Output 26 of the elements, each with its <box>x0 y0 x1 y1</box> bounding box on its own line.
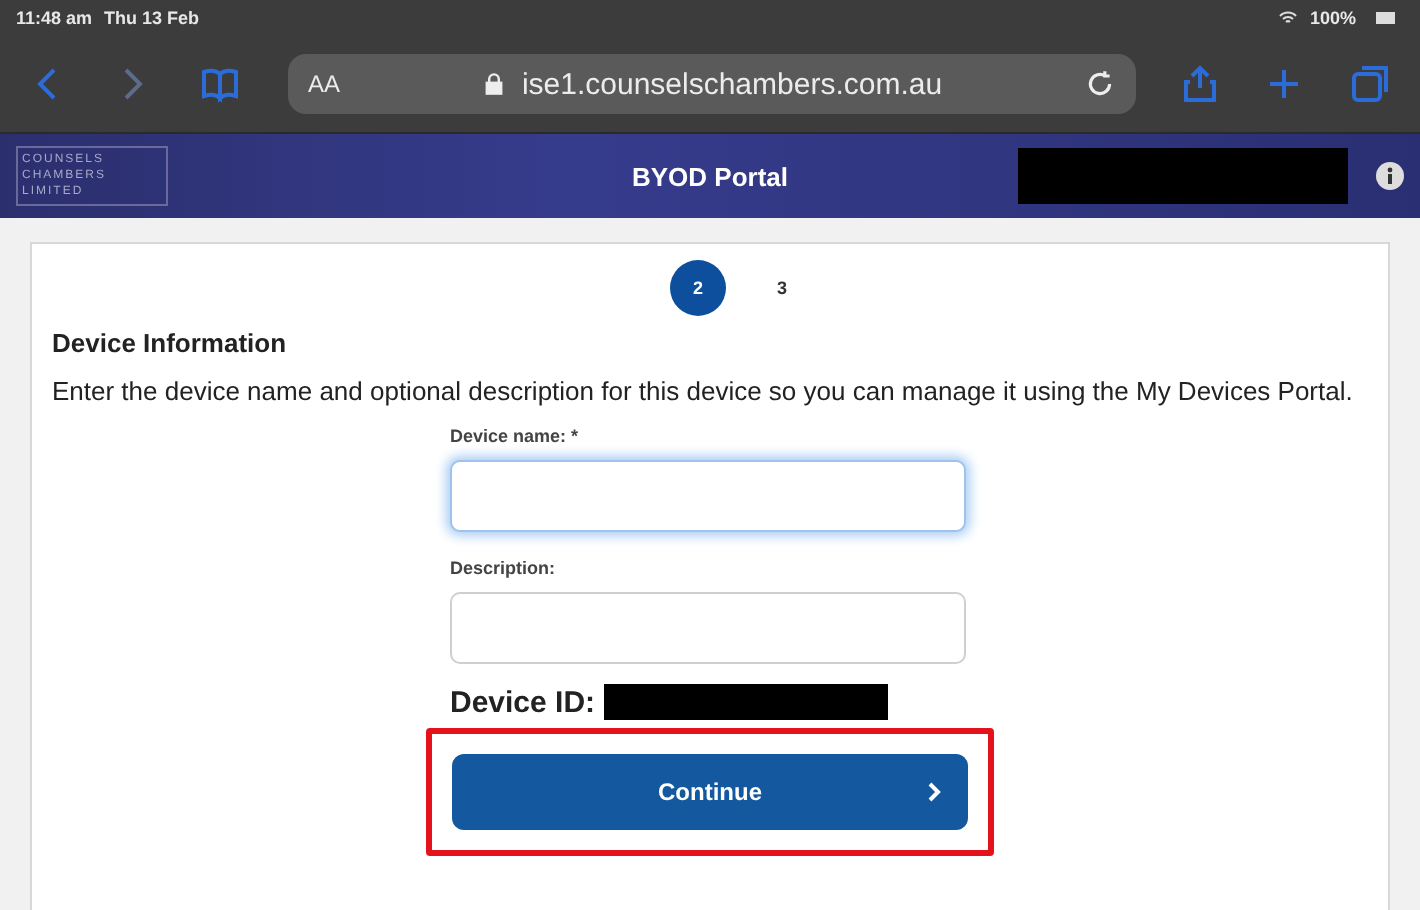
tabs-icon[interactable] <box>1348 64 1392 104</box>
plus-icon[interactable] <box>1264 64 1304 104</box>
address-bar[interactable]: AA ise1.counselschambers.com.au <box>288 54 1136 114</box>
chevron-icon <box>924 782 944 802</box>
input-field[interactable] <box>450 460 966 532</box>
continue-button[interactable]: Continue <box>452 754 968 830</box>
device-id-label: Device ID: <box>450 685 596 719</box>
text-size-button[interactable]: AA <box>308 70 341 98</box>
input-field[interactable] <box>450 592 966 664</box>
field-label: Device name: * <box>450 426 579 446</box>
section-description: Enter the device name and optional description for this device so you can manage it using the My Devices Portal. <box>52 374 1355 408</box>
portal-title: BYOD Portal <box>632 161 788 191</box>
url-text: ise1.counselschambers.com.au <box>521 67 943 101</box>
field-label: Description: <box>450 558 556 578</box>
wifi-icon <box>1277 8 1298 28</box>
step-indicator: 2 <box>670 260 726 316</box>
status-date: Thu 13 Feb <box>104 8 200 28</box>
book-icon[interactable] <box>196 64 244 104</box>
battery-percentage: 100% <box>1309 8 1356 28</box>
lock-icon <box>481 72 506 96</box>
share-icon[interactable] <box>1180 64 1220 104</box>
step-indicator: 3 <box>774 276 789 302</box>
info-icon[interactable] <box>1376 162 1404 190</box>
status-time: 11:48 am <box>16 8 93 28</box>
reload-icon[interactable] <box>1084 68 1116 100</box>
section-heading: Device Information <box>52 328 289 358</box>
